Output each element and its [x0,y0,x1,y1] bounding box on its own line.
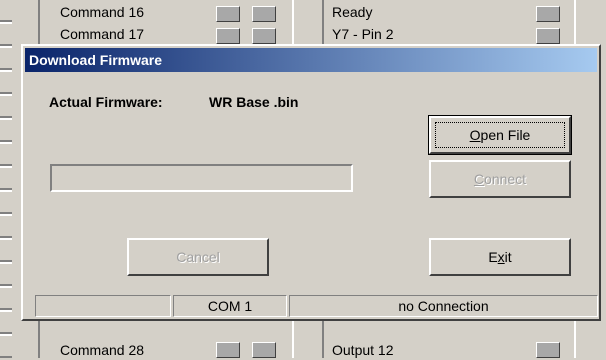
status-port: COM 1 [173,295,287,317]
background-indicator [536,6,560,22]
background-left-strip [0,0,12,358]
background-indicator [252,6,276,22]
connect-button[interactable]: Connect [429,160,571,198]
status-bar: COM 1 no Connection [35,295,598,317]
background-indicator [536,28,560,44]
background-indicator [536,342,560,358]
connect-label: Connect [473,171,527,187]
background-status-label: Ready [328,2,377,22]
status-cell-empty [35,295,171,317]
open-file-label: Open File [469,127,531,143]
background-command-label: Command 28 [56,340,149,360]
background-command-label: Command 17 [56,24,149,44]
dialog-title-bar[interactable]: Download Firmware [25,48,597,72]
status-connection: no Connection [289,295,598,317]
background-indicator [216,342,240,358]
download-progress-bar [50,164,353,192]
download-firmware-dialog: Download Firmware Actual Firmware: WR Ba… [21,44,601,321]
actual-firmware-value: WR Base .bin [209,94,299,110]
background-command-label: Command 16 [56,2,149,22]
background-status-label: Y7 - Pin 2 [328,24,398,44]
dialog-title: Download Firmware [29,52,163,68]
actual-firmware-label: Actual Firmware: [49,94,163,110]
background-indicator [216,28,240,44]
background-indicator [252,342,276,358]
background-indicator [252,28,276,44]
exit-button[interactable]: Exit [429,238,571,276]
exit-label: Exit [488,249,512,265]
cancel-button[interactable]: Cancel [127,238,269,276]
cancel-label: Cancel [176,249,220,265]
background-indicator [216,6,240,22]
open-file-button[interactable]: Open File [428,115,572,155]
background-status-label: Output 12 [328,340,398,360]
